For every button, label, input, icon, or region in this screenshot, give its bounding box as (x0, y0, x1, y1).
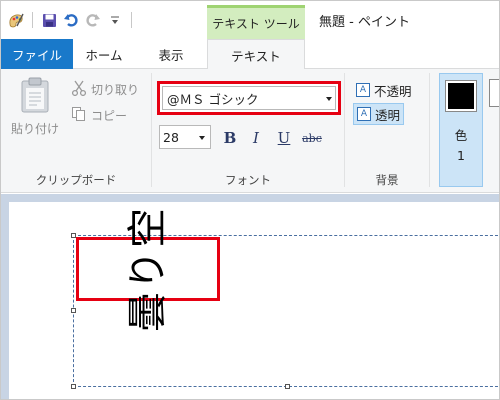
group-divider (151, 73, 152, 187)
font-family-select[interactable]: @ＭＳ ゴシック (157, 81, 341, 115)
bold-button[interactable]: B (219, 127, 241, 149)
paint-window: テキスト ツール 無題 - ペイント ファイル ホーム 表示 テキスト 貼り付け… (0, 0, 500, 400)
background-group-label: 背景 (375, 173, 399, 187)
paint-app-icon[interactable] (7, 11, 25, 29)
scissors-icon (71, 80, 87, 99)
canvas-text: 曇り空 (125, 206, 171, 332)
clipboard-group: 貼り付け 切り取り コピー クリップボード (1, 69, 151, 193)
transparent-label: 透明 (375, 107, 401, 123)
opaque-label: 不透明 (374, 83, 412, 99)
clipboard-icon (20, 77, 50, 116)
text-tools-context-header: テキスト ツール (207, 5, 305, 39)
italic-button[interactable]: I (245, 127, 267, 149)
group-divider (429, 73, 430, 187)
paste-button[interactable]: 貼り付け (7, 77, 63, 141)
resize-handle[interactable] (71, 384, 76, 389)
save-icon[interactable] (40, 11, 58, 29)
vertical-text-highlight: 曇り空 (76, 206, 220, 332)
title-bar: テキスト ツール 無題 - ペイント (1, 1, 499, 39)
chevron-down-icon (199, 136, 205, 140)
bold-label: B (223, 129, 237, 147)
customize-qat-icon[interactable] (106, 11, 124, 29)
tab-home[interactable]: ホーム (73, 39, 135, 69)
strikethrough-label: abc (302, 131, 322, 145)
underline-button[interactable]: U (273, 127, 295, 149)
chevron-down-icon (326, 97, 332, 101)
clipboard-group-label: クリップボード (35, 173, 117, 187)
qat-separator (32, 12, 33, 28)
copy-button[interactable]: コピー (71, 105, 127, 125)
colors-group: 色 1 (431, 69, 499, 193)
window-title: 無題 - ペイント (319, 15, 410, 30)
background-group: A 不透明 A 透明 背景 (345, 69, 429, 193)
undo-icon[interactable] (62, 11, 80, 29)
opaque-background-icon: A (356, 83, 370, 97)
resize-handle[interactable] (71, 308, 76, 313)
color2-button[interactable] (489, 79, 499, 107)
font-group-label: フォント (225, 173, 271, 187)
resize-handle[interactable] (285, 384, 290, 389)
copy-icon (71, 106, 87, 125)
qat-separator (131, 12, 132, 28)
workspace: 曇り空 (1, 194, 499, 399)
tab-view[interactable]: 表示 (135, 39, 207, 69)
tab-text[interactable]: テキスト (207, 39, 305, 70)
color1-label: 色 1 (454, 128, 468, 163)
italic-label: I (253, 129, 259, 147)
font-size-value: 28 (163, 129, 179, 145)
copy-label: コピー (91, 108, 128, 123)
ribbon: 貼り付け 切り取り コピー クリップボード @ＭＳ ゴシック 28 B I U … (1, 69, 499, 193)
paste-label: 貼り付け (10, 122, 59, 136)
font-family-text: @ＭＳ ゴシック (167, 91, 259, 107)
font-group: @ＭＳ ゴシック 28 B I U abc フォント (153, 69, 343, 193)
quick-access-toolbar (7, 9, 135, 31)
opaque-option[interactable]: A 不透明 (353, 79, 415, 101)
color1-button[interactable]: 色 1 (439, 73, 483, 187)
redo-icon[interactable] (84, 11, 102, 29)
cut-label: 切り取り (91, 82, 140, 97)
font-size-select[interactable]: 28 (159, 125, 211, 149)
transparent-option[interactable]: A 透明 (353, 103, 405, 125)
transparent-background-icon: A (357, 107, 371, 121)
strikethrough-button[interactable]: abc (301, 127, 323, 149)
ribbon-tabs: ファイル ホーム 表示 テキスト (1, 39, 499, 70)
font-family-value: @ＭＳ ゴシック (162, 86, 336, 110)
cut-button[interactable]: 切り取り (71, 79, 139, 99)
color1-swatch (445, 80, 477, 112)
underline-label: U (277, 129, 291, 147)
tab-file[interactable]: ファイル (1, 39, 73, 69)
drawing-canvas[interactable]: 曇り空 (9, 202, 499, 399)
